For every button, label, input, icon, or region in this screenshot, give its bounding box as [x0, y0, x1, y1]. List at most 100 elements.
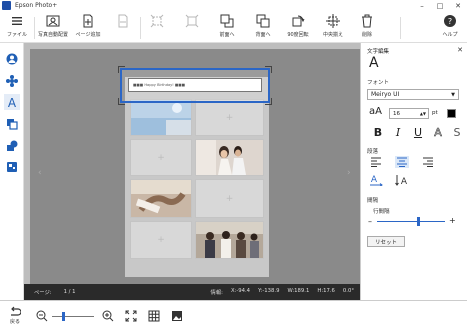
back-icon	[11, 306, 21, 316]
fit-icon	[185, 13, 199, 29]
close-window-button[interactable]: ✕	[449, 0, 467, 11]
text-frame-content[interactable]: ■■■ Happy Birthday! ■■■	[128, 78, 262, 92]
font-size-unit: pt	[432, 110, 438, 116]
center-align-button[interactable]: 中央揃え	[316, 13, 350, 41]
send-back-button[interactable]: 背面へ	[246, 13, 280, 41]
zoom-out-icon[interactable]	[36, 310, 48, 322]
paragraph-label: 段落	[367, 149, 379, 155]
crop-button[interactable]	[140, 13, 174, 41]
maximize-button[interactable]: □	[431, 0, 449, 11]
palette-icon[interactable]	[4, 159, 20, 175]
bold-button[interactable]: B	[371, 126, 385, 139]
zoom-in-icon[interactable]	[102, 310, 114, 322]
line-spacing-thumb[interactable]	[417, 217, 421, 226]
add-page-button[interactable]: ページ追加	[71, 13, 105, 41]
text-color-swatch[interactable]	[447, 109, 456, 118]
svg-text:A: A	[8, 96, 17, 108]
zoom-slider[interactable]	[52, 312, 94, 321]
align-left-icon	[371, 157, 381, 167]
photo-group	[196, 222, 263, 258]
info-y: Y:-138.9	[258, 288, 280, 294]
bring-front-button[interactable]: 前面へ	[210, 13, 244, 41]
fit-button[interactable]	[175, 13, 209, 41]
delete-page-button[interactable]	[106, 13, 140, 41]
line-spacing-decrease[interactable]: –	[368, 217, 372, 226]
grid-icon[interactable]	[148, 310, 160, 322]
zoom-slider-thumb[interactable]	[61, 312, 65, 321]
info-label: 情報:	[210, 290, 223, 296]
page-value: 1 / 1	[63, 289, 76, 295]
title-bar: Epson Photo+ – □ ✕	[0, 0, 467, 11]
minimize-button[interactable]: –	[413, 0, 431, 11]
svg-text:A: A	[371, 175, 378, 185]
svg-text:?: ?	[448, 17, 452, 26]
fit-to-window-icon[interactable]	[125, 310, 137, 322]
photo-slot[interactable]	[130, 99, 192, 136]
align-right-button[interactable]	[421, 156, 435, 168]
line-spacing-slider[interactable]	[377, 217, 445, 226]
photo-slot-empty[interactable]: +	[195, 179, 264, 218]
remove-button[interactable]: 削除	[350, 13, 384, 41]
panel-close-icon[interactable]: ✕	[457, 46, 463, 54]
spinner-icon: ▲▼	[419, 111, 426, 116]
photo-slot-empty[interactable]: +	[195, 99, 264, 136]
shadow-button[interactable]: S	[450, 126, 464, 139]
center-align-icon	[326, 13, 340, 29]
italic-button[interactable]: I	[391, 126, 405, 139]
vertical-text-icon: A	[395, 175, 408, 186]
photo-view-icon[interactable]	[171, 310, 183, 322]
reset-button[interactable]: リセット	[367, 236, 405, 247]
person-icon[interactable]	[4, 51, 20, 67]
page-delete-icon	[117, 13, 129, 29]
info-x: X:-94.4	[230, 288, 251, 294]
align-right-icon	[423, 157, 433, 167]
info-w: W:189.1	[287, 288, 310, 294]
trash-icon	[361, 13, 373, 29]
horizontal-text-button[interactable]: A	[369, 174, 383, 186]
panel-title: 文字編集	[367, 49, 390, 55]
rotate-icon	[291, 13, 305, 29]
underline-button[interactable]: U	[411, 126, 425, 139]
back-button[interactable]: 戻る	[8, 305, 22, 329]
help-button[interactable]: ? ヘルプ	[433, 13, 467, 41]
editing-canvas[interactable]: ‹ › + + + + ■■■ Happy Birthday! ■■■	[24, 43, 360, 284]
outline-button[interactable]: A	[431, 126, 445, 140]
window-title: Epson Photo+	[15, 2, 58, 9]
selected-text-frame[interactable]: ■■■ Happy Birthday! ■■■	[118, 66, 272, 105]
shapes-icon[interactable]	[4, 138, 20, 154]
font-select[interactable]: Meiryo UI ▼	[367, 89, 459, 100]
photo-slot[interactable]	[195, 221, 264, 259]
photo-slot-empty[interactable]: +	[130, 221, 192, 259]
page-add-icon	[82, 13, 94, 29]
font-size-select[interactable]: 16 ▲▼	[389, 108, 429, 119]
layers-icon[interactable]	[4, 116, 20, 132]
prev-page-arrow-icon[interactable]: ‹	[38, 168, 42, 178]
next-page-arrow-icon[interactable]: ›	[347, 168, 351, 178]
menu-icon	[11, 13, 23, 29]
resize-handle-tr[interactable]	[265, 66, 272, 73]
resize-handle-br[interactable]	[265, 98, 272, 105]
photo-slot[interactable]	[130, 179, 192, 218]
align-left-button[interactable]	[369, 156, 383, 168]
line-spacing-increase[interactable]: +	[449, 216, 456, 225]
file-menu-button[interactable]: ファイル	[0, 13, 34, 41]
stamp-icon[interactable]	[4, 73, 20, 89]
auto-layout-button[interactable]: 写真自動配置	[36, 13, 70, 41]
resize-handle-tl[interactable]	[118, 66, 125, 73]
bring-front-icon	[220, 13, 234, 29]
text-icon[interactable]: A	[4, 94, 20, 110]
resize-handle-bl[interactable]	[118, 98, 125, 105]
text-edit-panel: 文字編集 ✕ A フォント Meiryo UI ▼ aA 16 ▲▼ pt B …	[360, 43, 467, 300]
layout-page[interactable]: + + + +	[125, 77, 269, 277]
rotate90-button[interactable]: 90度回転	[281, 13, 315, 41]
horizontal-ruler	[24, 43, 360, 49]
info-h: H:17.6	[317, 288, 335, 294]
photo-slot[interactable]	[195, 139, 264, 176]
line-spacing-label: 行間隔	[373, 209, 390, 215]
vertical-text-button[interactable]: A	[395, 174, 409, 186]
status-bar: ページ: 1 / 1 情報: X:-94.4 Y:-138.9 W:189.1 …	[24, 284, 360, 300]
photo-slot-empty[interactable]: +	[130, 139, 192, 176]
font-label: フォント	[367, 80, 390, 86]
align-center-icon	[397, 157, 407, 167]
align-center-button[interactable]	[395, 156, 409, 168]
